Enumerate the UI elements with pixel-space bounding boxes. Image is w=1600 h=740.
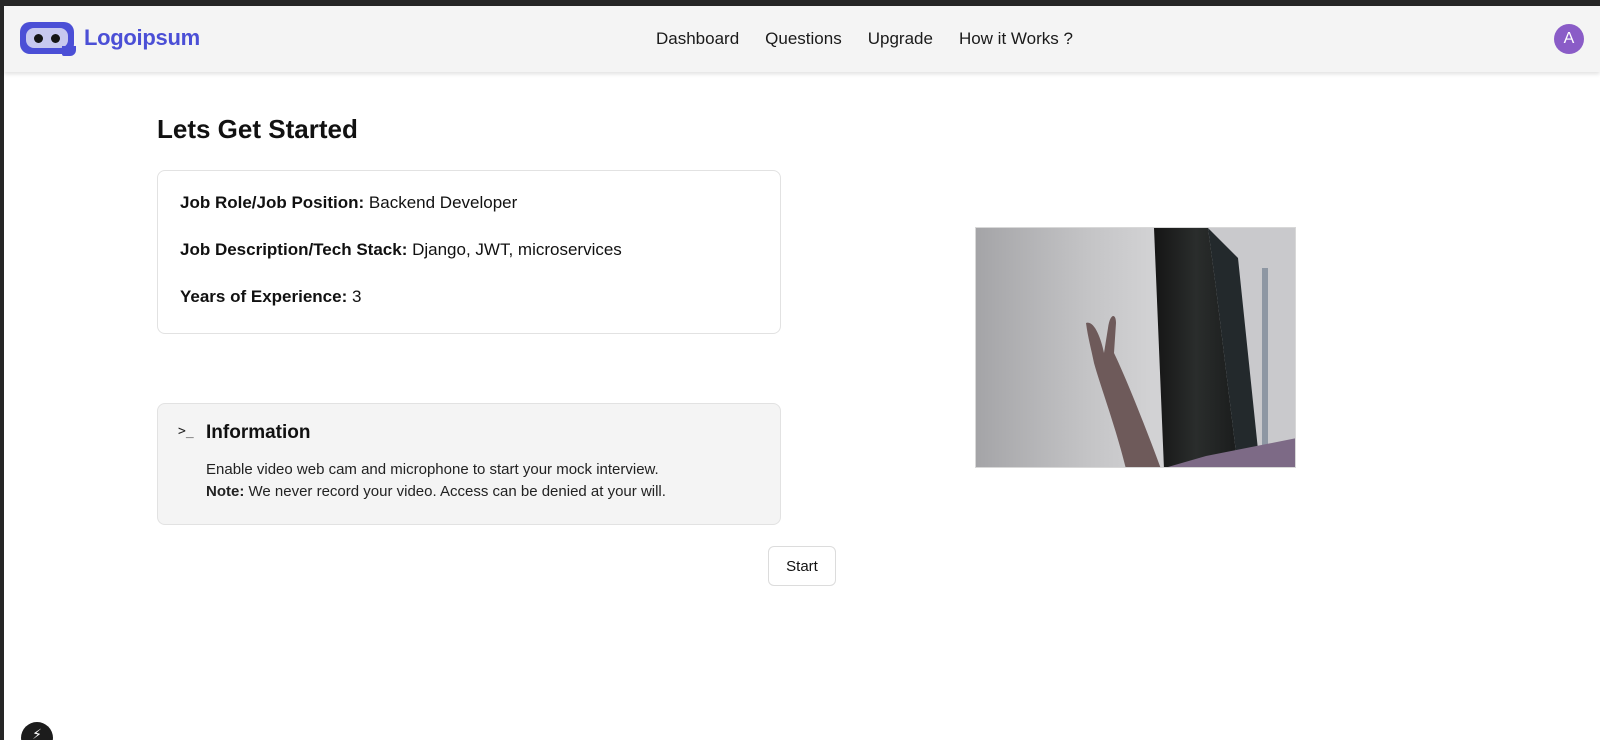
app-header: Logoipsum Dashboard Questions Upgrade Ho… [4,6,1600,72]
information-note: Note: We never record your video. Access… [206,481,666,503]
nav-questions[interactable]: Questions [765,29,842,49]
experience-value: 3 [352,287,362,306]
interview-details-card: Job Role/Job Position: Backend Developer… [157,170,781,334]
lightning-fab-icon[interactable]: ⚡ [21,722,53,740]
experience-label: Years of Experience: [180,287,348,306]
window-left-edge [0,0,4,740]
webcam-preview [975,227,1296,468]
user-avatar[interactable]: A [1554,24,1584,54]
page-title: Lets Get Started [157,114,358,144]
information-title: Information [206,422,311,443]
job-description-label: Job Description/Tech Stack: [180,240,408,259]
nav-upgrade[interactable]: Upgrade [868,29,933,49]
job-description-value: Django, JWT, microservices [412,240,622,259]
start-button[interactable]: Start [768,546,836,586]
logo[interactable]: Logoipsum [20,22,200,56]
job-role-row: Job Role/Job Position: Backend Developer [180,193,758,213]
information-alert: >_ Information Enable video web cam and … [157,403,781,525]
job-role-label: Job Role/Job Position: [180,193,365,212]
logo-text: Logoipsum [84,25,200,50]
note-text: We never record your video. Access can b… [248,483,666,500]
webcam-frame-image [976,228,1295,467]
information-body: Enable video web cam and microphone to s… [206,459,666,503]
job-description-row: Job Description/Tech Stack: Django, JWT,… [180,240,758,260]
note-label: Note: [206,483,245,500]
job-role-value: Backend Developer [368,193,518,212]
nav-how-it-works[interactable]: How it Works ? [959,29,1073,49]
experience-row: Years of Experience: 3 [180,287,758,307]
logo-robot-icon [20,22,76,56]
main-nav: Dashboard Questions Upgrade How it Works… [656,6,1073,72]
nav-dashboard[interactable]: Dashboard [656,29,739,49]
terminal-icon: >_ [178,424,194,439]
information-text: Enable video web cam and microphone to s… [206,461,659,478]
